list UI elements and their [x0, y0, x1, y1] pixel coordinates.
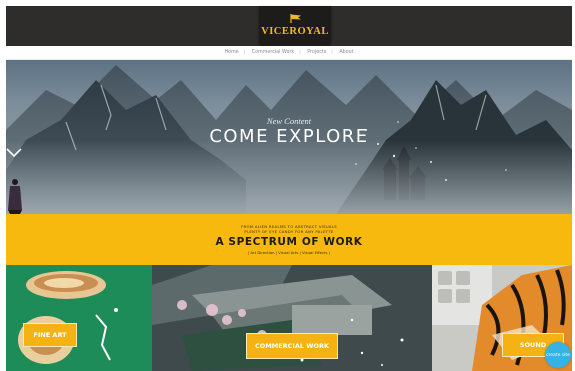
nav-item-home[interactable]: Home	[224, 50, 238, 55]
hero-subtitle: New Content	[266, 116, 312, 126]
commercial-work-button[interactable]: COMMERCIAL WORK	[246, 333, 338, 359]
tile-fine-art[interactable]: FINE ART	[6, 265, 152, 371]
tile-commercial-work[interactable]: COMMERCIAL WORK	[152, 265, 432, 371]
logo-text: VICEROYAL	[261, 26, 329, 37]
nav-separator: |	[299, 50, 301, 55]
category-tags: | Art Direction | Visual Arts | Visual E…	[248, 250, 330, 255]
main-nav: Home | Commercial Work | Projects | About	[6, 46, 572, 60]
site-logo[interactable]: VICEROYAL	[259, 6, 331, 46]
spectrum-section: FROM ALIEN REALMS TO ABSTRACT VISUALS PL…	[6, 214, 572, 265]
flag-icon	[290, 14, 301, 23]
nav-item-about[interactable]: About	[339, 50, 353, 55]
hero-title: COME EXPLORE	[209, 126, 369, 147]
nav-separator: |	[331, 50, 333, 55]
chat-widget-button[interactable]: create site	[545, 342, 571, 368]
fine-art-button[interactable]: FINE ART	[23, 323, 77, 347]
nav-separator: |	[243, 50, 246, 55]
nav-item-projects[interactable]: Projects	[307, 50, 326, 55]
chevron-down-icon[interactable]	[6, 148, 22, 158]
chat-label: create site	[546, 352, 570, 358]
section-title: A SPECTRUM OF WORK	[215, 236, 363, 248]
nav-item-commercial-work[interactable]: Commercial Work	[252, 50, 294, 55]
band-tagline-2: PLENTY OF EYE CANDY FOR ANY PALETTE	[244, 229, 334, 234]
fine-art-image	[18, 271, 118, 364]
hero-banner: New Content COME EXPLORE	[6, 60, 572, 214]
